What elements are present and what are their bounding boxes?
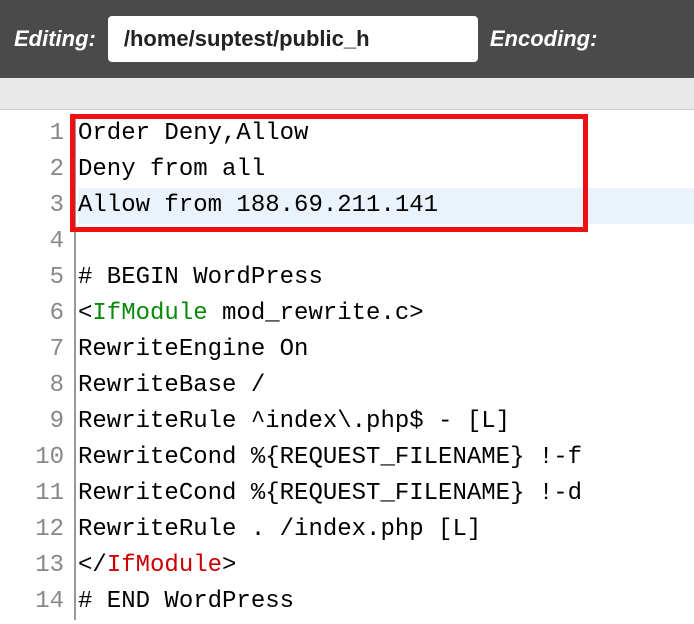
code-line[interactable]: RewriteBase / xyxy=(78,368,694,404)
line-number: 11 xyxy=(0,476,64,512)
code-line[interactable] xyxy=(78,224,694,260)
ifmodule-open-tag: IfModule xyxy=(92,300,207,327)
code-editor[interactable]: 1 2 3 4 5 6 7 8 9 10 11 12 13 14 Order D… xyxy=(0,110,694,620)
encoding-label: Encoding: xyxy=(490,26,598,52)
code-line[interactable]: RewriteEngine On xyxy=(78,332,694,368)
line-number: 12 xyxy=(0,512,64,548)
line-number: 3 xyxy=(0,188,64,224)
line-number: 2 xyxy=(0,152,64,188)
bracket-open: < xyxy=(78,300,92,327)
line-number: 5 xyxy=(0,260,64,296)
line-number: 9 xyxy=(0,404,64,440)
code-line[interactable]: <IfModule mod_rewrite.c> xyxy=(78,296,694,332)
line-number: 13 xyxy=(0,548,64,584)
line-number: 7 xyxy=(0,332,64,368)
ifmodule-close-tag: IfModule xyxy=(107,552,222,579)
code-line[interactable]: RewriteCond %{REQUEST_FILENAME} !-d xyxy=(78,476,694,512)
code-line[interactable]: </IfModule> xyxy=(78,548,694,584)
line-number: 8 xyxy=(0,368,64,404)
code-line[interactable]: Order Deny,Allow xyxy=(78,116,694,152)
bracket-close: > xyxy=(222,552,236,579)
line-number: 1 xyxy=(0,116,64,152)
code-line[interactable]: # BEGIN WordPress xyxy=(78,260,694,296)
code-area[interactable]: Order Deny,Allow Deny from all Allow fro… xyxy=(74,116,694,620)
bracket-close-open: </ xyxy=(78,552,107,579)
code-line[interactable]: Deny from all xyxy=(78,152,694,188)
line-number: 10 xyxy=(0,440,64,476)
editing-label: Editing: xyxy=(14,26,96,52)
line-number-gutter: 1 2 3 4 5 6 7 8 9 10 11 12 13 14 xyxy=(0,116,74,620)
code-line[interactable]: Allow from 188.69.211.141 xyxy=(78,188,694,224)
file-path-input[interactable] xyxy=(108,16,478,62)
code-line[interactable]: RewriteRule . /index.php [L] xyxy=(78,512,694,548)
code-line[interactable]: RewriteRule ^index\.php$ - [L] xyxy=(78,404,694,440)
code-line[interactable]: # END WordPress xyxy=(78,584,694,620)
line-number: 14 xyxy=(0,584,64,620)
toolbar-separator xyxy=(0,78,694,110)
editor-toolbar: Editing: Encoding: xyxy=(0,0,694,78)
ifmodule-args: mod_rewrite.c> xyxy=(208,300,424,327)
line-number: 6 xyxy=(0,296,64,332)
code-line[interactable]: RewriteCond %{REQUEST_FILENAME} !-f xyxy=(78,440,694,476)
line-number: 4 xyxy=(0,224,64,260)
